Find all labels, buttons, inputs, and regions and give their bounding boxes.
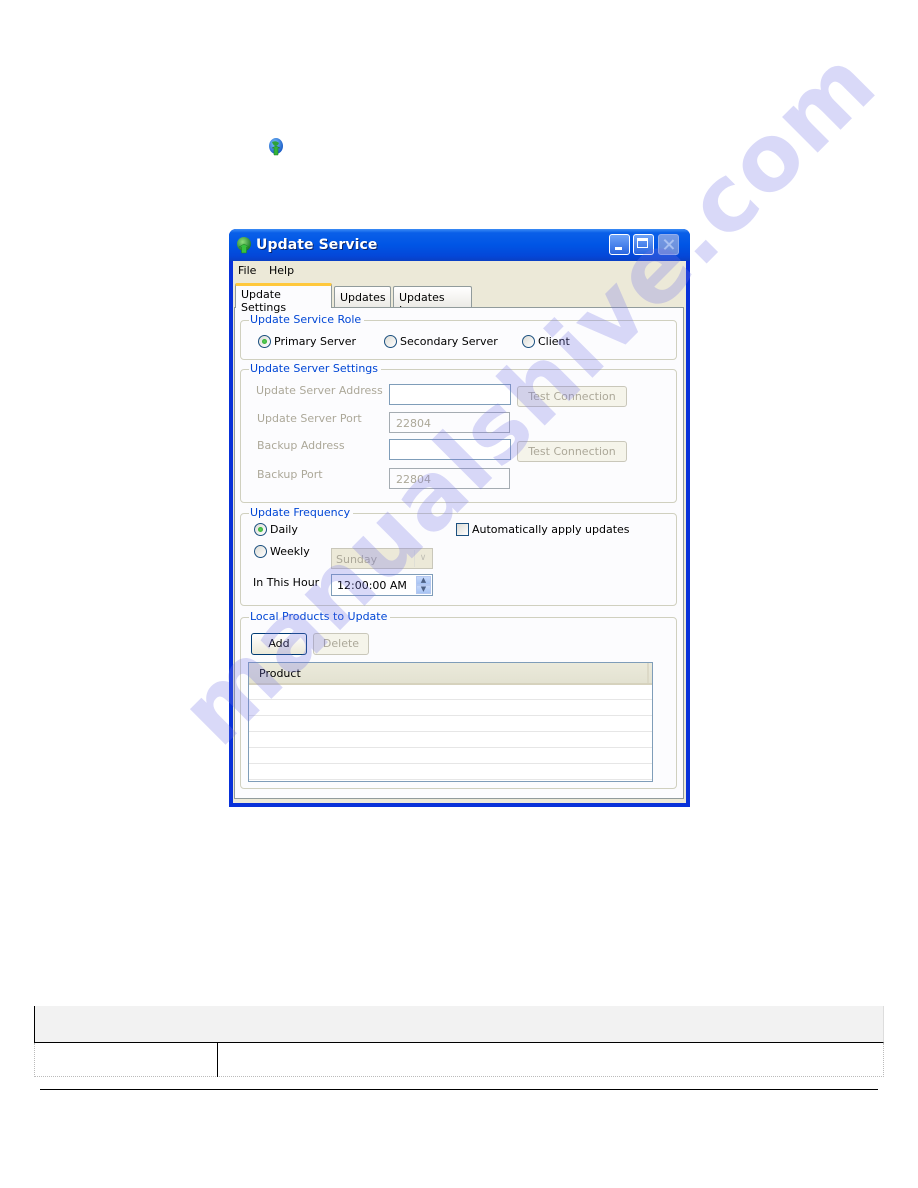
products-list-header: Product <box>249 663 652 685</box>
local-products-title: Local Products to Update <box>249 610 391 623</box>
list-row <box>249 749 652 764</box>
list-row <box>249 701 652 716</box>
products-list[interactable]: Product <box>248 662 653 782</box>
update-frequency-title: Update Frequency <box>249 506 354 519</box>
add-product-button[interactable]: Add <box>251 633 307 655</box>
page-footer-rule <box>40 1089 878 1090</box>
radio-client-label: Client <box>538 335 570 348</box>
auto-apply-checkbox-box[interactable] <box>456 523 469 536</box>
server-settings-title: Update Server Settings <box>249 362 382 375</box>
window-client-area: File Help Update Settings Updates Update… <box>233 261 686 803</box>
weekday-select[interactable]: Sunday ∨ <box>331 548 433 569</box>
delete-product-button[interactable]: Delete <box>313 633 369 655</box>
list-row <box>249 733 652 748</box>
update-service-globe-icon <box>269 138 283 156</box>
radio-daily-label: Daily <box>270 523 298 536</box>
menu-bar: File Help <box>233 261 686 281</box>
radio-secondary-server-label: Secondary Server <box>400 335 498 348</box>
auto-apply-checkbox[interactable]: Automatically apply updates <box>456 523 630 536</box>
document-table-row <box>34 1043 884 1077</box>
tab-update-settings[interactable]: Update Settings <box>235 283 332 314</box>
radio-primary-server[interactable]: Primary Server <box>258 335 356 348</box>
menu-help[interactable]: Help <box>269 264 294 277</box>
server-settings-group: Update Server Settings Update Server Add… <box>240 362 677 503</box>
radio-weekly-label: Weekly <box>270 545 310 558</box>
window-title: Update Service <box>256 237 378 253</box>
radio-client-indicator[interactable] <box>522 335 535 348</box>
radio-secondary-server[interactable]: Secondary Server <box>384 335 498 348</box>
weekday-select-value: Sunday <box>336 553 378 566</box>
service-role-title: Update Service Role <box>249 313 365 326</box>
tab-updates[interactable]: Updates <box>334 286 391 307</box>
radio-client[interactable]: Client <box>522 335 570 348</box>
server-address-input[interactable] <box>389 384 511 405</box>
list-row <box>249 765 652 780</box>
hour-time-value[interactable]: 12:00:00 AM <box>337 579 407 592</box>
minimize-button[interactable] <box>609 234 630 255</box>
backup-port-label: Backup Port <box>257 468 323 481</box>
list-row <box>249 685 652 700</box>
auto-apply-label: Automatically apply updates <box>472 523 630 536</box>
app-globe-icon <box>237 237 251 254</box>
spin-down-icon[interactable]: ▼ <box>416 585 431 594</box>
local-products-group: Local Products to Update Add Delete Prod… <box>240 610 677 789</box>
radio-secondary-server-indicator[interactable] <box>384 335 397 348</box>
tab-updates-log[interactable]: Updates Log <box>393 286 472 317</box>
menu-file[interactable]: File <box>238 264 256 277</box>
close-button[interactable] <box>658 234 679 255</box>
backup-address-input[interactable] <box>389 439 511 460</box>
maximize-button[interactable] <box>633 234 654 255</box>
backup-address-label: Backup Address <box>257 439 345 452</box>
radio-daily[interactable]: Daily <box>254 523 298 536</box>
radio-weekly[interactable]: Weekly <box>254 545 310 558</box>
column-divider <box>217 1043 218 1077</box>
server-address-label: Update Server Address <box>256 384 383 397</box>
update-frequency-group: Update Frequency Daily Weekly Sunday ∨ I… <box>240 506 677 606</box>
test-connection-button-primary[interactable]: Test Connection <box>517 386 627 407</box>
test-connection-button-backup[interactable]: Test Connection <box>517 441 627 462</box>
spin-up-icon[interactable]: ▲ <box>416 576 431 585</box>
document-table-header <box>34 1006 884 1043</box>
chevron-down-icon[interactable]: ∨ <box>414 550 431 567</box>
list-row <box>249 717 652 732</box>
radio-daily-indicator[interactable] <box>254 523 267 536</box>
backup-port-input[interactable]: 22804 <box>389 468 510 489</box>
radio-primary-server-label: Primary Server <box>274 335 357 348</box>
column-header-product[interactable]: Product <box>249 663 649 683</box>
update-settings-panel: Update Service Role Primary Server Secon… <box>234 307 684 799</box>
hour-spinner[interactable]: ▲ ▼ <box>416 576 431 594</box>
service-role-group: Update Service Role Primary Server Secon… <box>240 313 677 360</box>
radio-weekly-indicator[interactable] <box>254 545 267 558</box>
title-bar[interactable]: Update Service <box>229 229 690 261</box>
hour-time-picker[interactable]: 12:00:00 AM ▲ ▼ <box>331 574 433 596</box>
hour-label: In This Hour <box>253 576 320 589</box>
server-port-label: Update Server Port <box>257 412 362 425</box>
radio-primary-server-indicator[interactable] <box>258 335 271 348</box>
server-port-input[interactable]: 22804 <box>389 412 510 433</box>
update-service-window: Update Service File Help Update Settings… <box>229 229 690 807</box>
